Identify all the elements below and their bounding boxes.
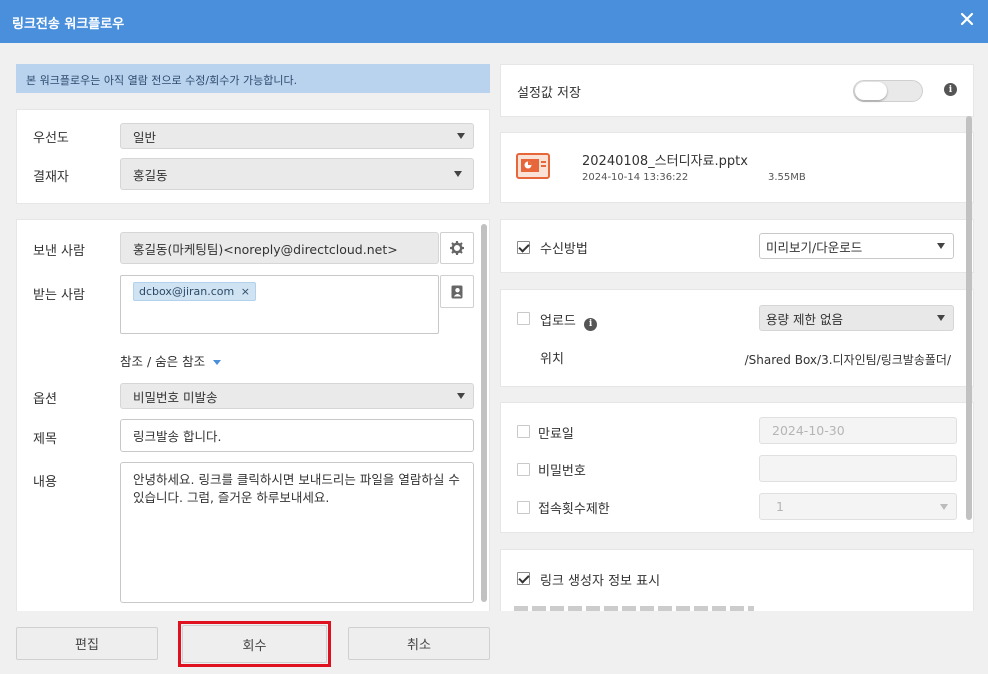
subject-value: 링크발송 합니다. bbox=[133, 429, 222, 444]
receive-value: 미리보기/다운로드 bbox=[766, 239, 863, 255]
sender-settings-button[interactable] bbox=[440, 232, 474, 264]
chevron-down-icon bbox=[940, 503, 948, 510]
upload-label: 업로드 i bbox=[540, 310, 598, 331]
approver-select[interactable]: 홍길동 bbox=[120, 158, 474, 190]
creator-info-checkbox[interactable] bbox=[517, 572, 530, 585]
password-label: 비밀번호 bbox=[538, 464, 586, 479]
password-input[interactable] bbox=[759, 455, 957, 482]
caret-down-icon bbox=[213, 360, 222, 365]
approver-value: 홍길동 bbox=[133, 167, 168, 183]
creator-info-label: 링크 생성자 정보 표시 bbox=[540, 574, 661, 589]
file-name: 20240108_스터디자료.pptx bbox=[582, 154, 748, 169]
edit-notice: 본 워크플로우는 아직 열람 전으로 수정/회수가 가능합니다. bbox=[16, 64, 490, 93]
expiry-label: 만료일 bbox=[538, 427, 574, 442]
sender-label: 보낸 사람 bbox=[33, 244, 85, 259]
approver-label: 결재자 bbox=[33, 170, 69, 185]
chevron-down-icon bbox=[937, 243, 945, 249]
upload-select[interactable]: 용량 제한 없음 bbox=[759, 305, 954, 331]
password-checkbox[interactable] bbox=[517, 463, 530, 476]
cancel-button[interactable]: 취소 bbox=[348, 627, 490, 660]
cancel-button-label: 취소 bbox=[407, 638, 431, 653]
receive-select[interactable]: 미리보기/다운로드 bbox=[759, 233, 954, 259]
location-label: 위치 bbox=[540, 352, 564, 367]
upload-value: 용량 제한 없음 bbox=[766, 311, 843, 327]
upload-panel bbox=[500, 289, 974, 387]
chevron-down-icon bbox=[457, 393, 465, 399]
option-select[interactable]: 비밀번호 미발송 bbox=[120, 383, 474, 409]
edit-button-label: 편집 bbox=[75, 638, 99, 653]
body-label: 내용 bbox=[33, 475, 57, 490]
location-value: /Shared Box/3.디자인팀/링크발송폴더/ bbox=[744, 353, 951, 367]
file-size: 3.55MB bbox=[768, 172, 806, 183]
priority-label: 우선도 bbox=[33, 131, 69, 146]
left-scrollbar-thumb[interactable] bbox=[481, 224, 487, 602]
file-date: 2024-10-14 13:36:22 bbox=[582, 172, 689, 183]
priority-select[interactable]: 일반 bbox=[120, 123, 474, 149]
dialog-titlebar: 링크전송 워크플로우 bbox=[0, 0, 988, 43]
receive-label: 수신방법 bbox=[540, 242, 588, 257]
sender-value: 홍길동(마케팅팀)<noreply@directcloud.net> bbox=[133, 241, 398, 257]
recipient-label: 받는 사람 bbox=[33, 288, 85, 303]
cc-bcc-toggle[interactable]: 참조 / 숨은 참조 bbox=[120, 351, 222, 370]
recipient-chip-label: dcbox@jiran.com bbox=[139, 285, 235, 298]
recipient-chip[interactable]: dcbox@jiran.com × bbox=[133, 282, 256, 301]
close-icon[interactable] bbox=[960, 12, 974, 26]
dialog-title: 링크전송 워크플로우 bbox=[12, 17, 125, 32]
option-value: 비밀번호 미발송 bbox=[133, 389, 218, 405]
body-value: 안녕하세요. 링크를 클릭하시면 보내드리는 파일을 열람하실 수 있습니다. … bbox=[133, 472, 460, 505]
info-icon[interactable]: i bbox=[944, 83, 957, 96]
info-icon[interactable]: i bbox=[584, 317, 598, 331]
option-label: 옵션 bbox=[33, 392, 57, 407]
recall-button[interactable]: 회수 bbox=[182, 625, 327, 663]
settings-save-label: 설정값 저장 bbox=[517, 86, 581, 101]
subject-label: 제목 bbox=[33, 432, 57, 447]
expiry-input[interactable]: 2024-10-30 bbox=[759, 417, 957, 444]
access-limit-value: 1 bbox=[776, 499, 784, 514]
upload-label-text: 업로드 bbox=[540, 314, 576, 329]
cc-bcc-label: 참조 / 숨은 참조 bbox=[120, 354, 206, 369]
remove-chip-icon[interactable]: × bbox=[241, 285, 250, 298]
pptx-file-icon bbox=[516, 153, 550, 179]
priority-value: 일반 bbox=[133, 129, 157, 145]
access-limit-label: 접속횟수제한 bbox=[538, 502, 610, 517]
access-limit-select[interactable]: 1 bbox=[759, 493, 957, 520]
receive-checkbox[interactable] bbox=[517, 241, 530, 254]
right-scrollbar-thumb[interactable] bbox=[966, 116, 972, 520]
sender-field: 홍길동(마케팅팀)<noreply@directcloud.net> bbox=[120, 232, 439, 264]
recall-button-label: 회수 bbox=[242, 638, 267, 654]
toggle-knob bbox=[855, 82, 887, 100]
address-book-icon bbox=[451, 285, 463, 298]
settings-save-toggle[interactable] bbox=[853, 80, 923, 102]
chevron-down-icon bbox=[457, 133, 465, 139]
address-book-button[interactable] bbox=[440, 275, 474, 308]
body-textarea[interactable]: 안녕하세요. 링크를 클릭하시면 보내드리는 파일을 열람하실 수 있습니다. … bbox=[120, 462, 474, 603]
chevron-down-icon bbox=[454, 171, 462, 177]
access-limit-checkbox[interactable] bbox=[517, 501, 530, 514]
next-option-peek bbox=[514, 606, 754, 611]
edit-button[interactable]: 편집 bbox=[16, 627, 158, 660]
expiry-value: 2024-10-30 bbox=[772, 423, 845, 438]
gear-icon bbox=[450, 241, 464, 255]
expiry-checkbox[interactable] bbox=[517, 425, 530, 438]
chevron-down-icon bbox=[937, 315, 945, 321]
subject-input[interactable]: 링크발송 합니다. bbox=[120, 419, 474, 452]
upload-checkbox[interactable] bbox=[517, 312, 530, 325]
